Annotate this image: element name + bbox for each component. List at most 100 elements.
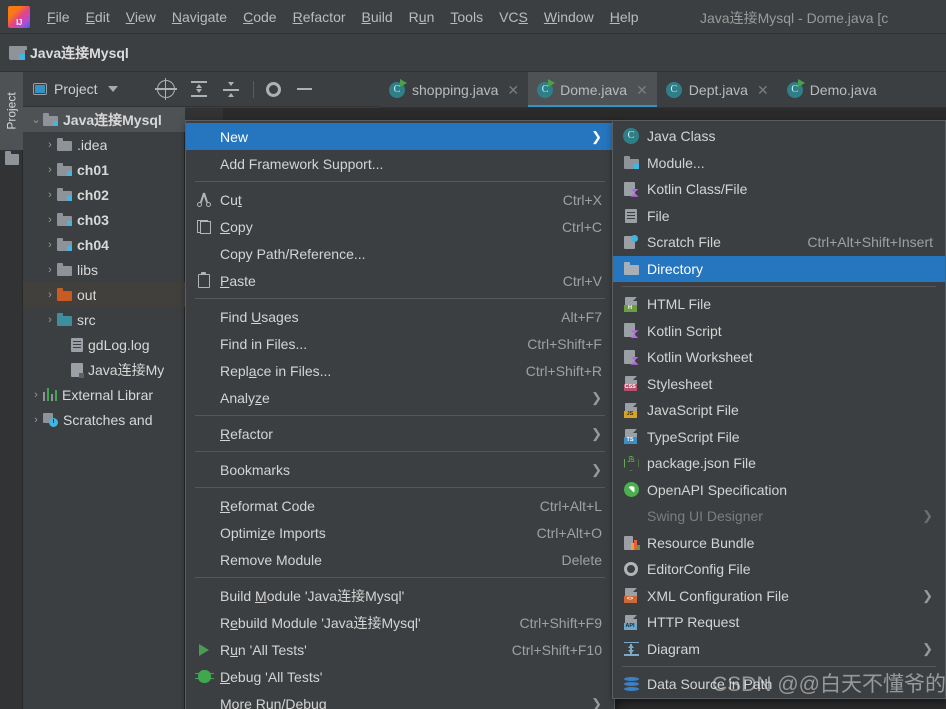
menubar-item-navigate[interactable]: Navigate (164, 6, 235, 28)
menu-item-diagram[interactable]: Diagram ❯ (613, 636, 945, 663)
tree-node[interactable]: › Scratches and (23, 407, 185, 432)
menu-item-data-source-in-path[interactable]: Data Source in Path (613, 671, 945, 698)
menubar-item-file[interactable]: File (39, 6, 78, 28)
menu-item-javascript-file[interactable]: JS JavaScript File (613, 397, 945, 424)
chevron-down-icon[interactable] (107, 86, 118, 92)
menu-item-resource-bundle[interactable]: Resource Bundle (613, 530, 945, 557)
menu-item-optimize-imports[interactable]: Optimize Imports Ctrl+Alt+O (186, 519, 614, 546)
tree-node[interactable]: Java连接My (23, 357, 185, 382)
menu-item-label: Find in Files... (220, 335, 308, 352)
menu-item-html-file[interactable]: H HTML File (613, 291, 945, 318)
locate-icon[interactable] (154, 78, 177, 100)
tree-node[interactable]: › External Librar (23, 382, 185, 407)
menu-item-openapi-specification[interactable]: OpenAPI Specification (613, 477, 945, 504)
close-icon[interactable]: ✕ (636, 82, 648, 99)
project-context-menu[interactable]: New ❯ Add Framework Support... Cut Ctrl+X Cop… (185, 120, 615, 709)
tree-node[interactable]: ⌄ Java连接Mysql (23, 107, 185, 132)
project-view-selector[interactable]: Project (33, 81, 118, 97)
tool-window-label: Project (4, 92, 19, 130)
menubar-item-window[interactable]: Window (536, 6, 602, 28)
chevron-right-icon[interactable]: › (43, 264, 57, 276)
menu-item-http-request[interactable]: API HTTP Request (613, 609, 945, 636)
tool-window-button-project[interactable]: Project (0, 72, 23, 150)
menubar-item-vcs[interactable]: VCS (491, 6, 536, 28)
chevron-down-icon[interactable]: ⌄ (29, 113, 43, 126)
menu-item-kotlin-script[interactable]: Kotlin Script (613, 318, 945, 345)
menu-item-copy-path-reference[interactable]: Copy Path/Reference... (186, 240, 614, 267)
menubar-item-edit[interactable]: Edit (78, 6, 118, 28)
close-icon[interactable]: ✕ (757, 82, 769, 99)
editor-tab-Demo-java[interactable]: Demo.java (778, 72, 886, 108)
menu-item-package-json-file[interactable]: package.json File (613, 450, 945, 477)
menubar-item-run[interactable]: Run (401, 6, 443, 28)
menu-item-xml-configuration-file[interactable]: <> XML Configuration File ❯ (613, 583, 945, 610)
chevron-right-icon[interactable]: › (43, 214, 57, 226)
tree-node[interactable]: › libs (23, 257, 185, 282)
breadcrumb-project[interactable]: Java连接Mysql (9, 43, 129, 63)
menubar-item-code[interactable]: Code (235, 6, 284, 28)
menubar-item-build[interactable]: Build (354, 6, 401, 28)
menubar-item-view[interactable]: View (118, 6, 164, 28)
tree-node[interactable]: › out (23, 282, 185, 307)
menu-item-java-class[interactable]: Java Class (613, 123, 945, 150)
menu-item-run-all-tests[interactable]: Run 'All Tests' Ctrl+Shift+F10 (186, 636, 614, 663)
editor-tab-Dept-java[interactable]: Dept.java ✕ (657, 72, 778, 108)
menu-item-remove-module[interactable]: Remove Module Delete (186, 546, 614, 573)
chevron-right-icon[interactable]: › (43, 239, 57, 251)
chevron-right-icon: ❯ (922, 587, 933, 603)
menu-item-editorconfig-file[interactable]: EditorConfig File (613, 556, 945, 583)
menu-item-kotlin-worksheet[interactable]: Kotlin Worksheet (613, 344, 945, 371)
menu-item-cut[interactable]: Cut Ctrl+X (186, 186, 614, 213)
menu-item-typescript-file[interactable]: TS TypeScript File (613, 424, 945, 451)
menu-item-find-usages[interactable]: Find Usages Alt+F7 (186, 303, 614, 330)
menu-item-bookmarks[interactable]: Bookmarks ❯ (186, 456, 614, 483)
menu-item-kotlin-class-file[interactable]: Kotlin Class/File (613, 176, 945, 203)
tab-bar-divider (380, 107, 946, 108)
tree-node[interactable]: › ch04 (23, 232, 185, 257)
folder-icon (57, 138, 72, 151)
menu-item-file[interactable]: File (613, 203, 945, 230)
editor-tab-Dome-java[interactable]: Dome.java ✕ (528, 72, 657, 108)
close-icon[interactable]: ✕ (507, 82, 519, 99)
collapse-all-icon[interactable] (222, 80, 239, 98)
menu-item-debug-all-tests[interactable]: Debug 'All Tests' (186, 663, 614, 690)
chevron-right-icon[interactable]: › (43, 314, 57, 326)
chevron-right-icon[interactable]: › (43, 189, 57, 201)
expand-all-icon[interactable] (190, 80, 207, 98)
gear-icon[interactable] (265, 81, 281, 97)
menu-item-rebuild-module-java-mysql[interactable]: Rebuild Module 'Java连接Mysql' Ctrl+Shift+F… (186, 609, 614, 636)
chevron-right-icon[interactable]: › (29, 414, 43, 426)
menu-item-refactor[interactable]: Refactor ❯ (186, 420, 614, 447)
chevron-right-icon[interactable]: › (43, 164, 57, 176)
menu-item-reformat-code[interactable]: Reformat Code Ctrl+Alt+L (186, 492, 614, 519)
menu-item-replace-in-files[interactable]: Replace in Files... Ctrl+Shift+R (186, 357, 614, 384)
tree-node[interactable]: › src (23, 307, 185, 332)
menu-item-module[interactable]: Module... (613, 150, 945, 177)
menu-item-analyze[interactable]: Analyze ❯ (186, 384, 614, 411)
chevron-right-icon[interactable]: › (29, 389, 43, 401)
menu-item-scratch-file[interactable]: Scratch File Ctrl+Alt+Shift+Insert (613, 229, 945, 256)
tree-node[interactable]: gdLog.log (23, 332, 185, 357)
tree-node[interactable]: › ch01 (23, 157, 185, 182)
menu-item-copy[interactable]: Copy Ctrl+C (186, 213, 614, 240)
minus-icon[interactable] (296, 88, 312, 90)
menu-item-add-framework-support[interactable]: Add Framework Support... (186, 150, 614, 177)
menu-item-paste[interactable]: Paste Ctrl+V (186, 267, 614, 294)
menu-item-stylesheet[interactable]: CSS Stylesheet (613, 371, 945, 398)
menubar-item-refactor[interactable]: Refactor (285, 6, 354, 28)
menu-item-find-in-files[interactable]: Find in Files... Ctrl+Shift+F (186, 330, 614, 357)
tree-node[interactable]: › ch03 (23, 207, 185, 232)
menu-item-more-run-debug[interactable]: More Run/Debug ❯ (186, 690, 614, 709)
menu-item-build-module-java-mysql[interactable]: Build Module 'Java连接Mysql' (186, 582, 614, 609)
project-tree[interactable]: ⌄ Java连接Mysql › .idea › ch01 › ch02 › ch03 › ch04 › l… (23, 107, 185, 432)
menu-item-directory[interactable]: Directory (613, 255, 945, 282)
editor-tab-shopping-java[interactable]: shopping.java ✕ (380, 72, 528, 108)
menubar-item-help[interactable]: Help (602, 6, 647, 28)
tree-node[interactable]: › ch02 (23, 182, 185, 207)
new-submenu[interactable]: Java Class Module... Kotlin Class/File File… (612, 120, 946, 699)
tree-node[interactable]: › .idea (23, 132, 185, 157)
menu-item-new[interactable]: New ❯ (186, 123, 614, 150)
chevron-right-icon[interactable]: › (43, 289, 57, 301)
chevron-right-icon[interactable]: › (43, 139, 57, 151)
menubar-item-tools[interactable]: Tools (442, 6, 491, 28)
